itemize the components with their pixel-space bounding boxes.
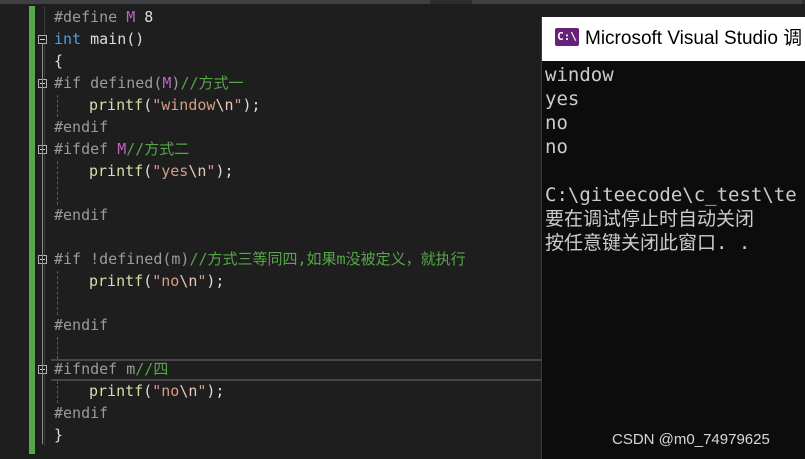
code-text: { <box>54 52 64 70</box>
console-title-bar[interactable]: C:\ Microsoft Visual Studio 调 <box>542 17 805 61</box>
preprocessor-token: #endif <box>54 206 109 224</box>
indent-guide <box>57 271 58 315</box>
indent-guide <box>57 95 58 117</box>
console-output-line: 要在调试停止时自动关闭 <box>545 208 755 230</box>
outlining-margin <box>44 6 45 446</box>
console-title: Microsoft Visual Studio 调 <box>585 28 803 49</box>
console-output-line: window <box>545 64 614 86</box>
console-output-line: yes <box>545 88 580 110</box>
code-text: ); <box>215 162 234 180</box>
code-line-17[interactable]: #ifndef m//四 <box>54 358 168 380</box>
code-text: ( <box>143 382 153 400</box>
function-token: printf <box>89 162 144 180</box>
preprocessor-token: #if !defined(m) <box>54 250 190 268</box>
escape-token: \n <box>188 162 207 180</box>
code-text: ( <box>143 96 153 114</box>
function-token: printf <box>89 272 144 290</box>
preprocessor-token: #ifndef m <box>54 360 136 378</box>
comment-token: //方式三等同四,如果m没被定义，就执行 <box>189 250 466 268</box>
code-text: ( <box>143 272 153 290</box>
watermark: CSDN @m0_74979625 <box>612 431 770 448</box>
tab-strip-right <box>472 0 802 4</box>
console-output-line: C:\giteecode\c_test\te <box>545 184 797 206</box>
code-line-20[interactable]: } <box>54 424 63 446</box>
code-line-5[interactable]: printf("window\n"); <box>89 94 261 116</box>
preprocessor-token: #ifdef <box>54 140 118 158</box>
code-text: ); <box>206 272 225 290</box>
function-token: printf <box>89 382 144 400</box>
comment-token: //方式一 <box>180 74 244 92</box>
code-line-10[interactable]: #endif <box>54 204 108 226</box>
code-text: ); <box>206 382 225 400</box>
string-token: " <box>233 96 243 114</box>
keyword-token: int <box>54 30 82 48</box>
code-line-8[interactable]: printf("yes\n"); <box>89 160 234 182</box>
escape-token: \n <box>179 272 198 290</box>
escape-token: \n <box>215 96 234 114</box>
function-token: printf <box>89 96 144 114</box>
visual-studio-icon: C:\ <box>555 28 579 46</box>
code-line-18[interactable]: printf("no\n"); <box>89 380 224 402</box>
string-token: "window <box>152 96 216 114</box>
code-line-1[interactable]: #define M 8 <box>54 6 153 28</box>
macro-token: M <box>117 140 127 158</box>
code-text: } <box>54 426 64 444</box>
code-line-7[interactable]: #ifdef M//方式二 <box>54 138 189 160</box>
editor-top-bar <box>0 0 805 4</box>
debug-console-window[interactable]: C:\ Microsoft Visual Studio 调 window yes… <box>541 17 805 459</box>
console-output-line: 按任意键关闭此窗口. . <box>545 232 751 254</box>
change-tracking-bar <box>29 6 35 454</box>
code-line-2[interactable]: int main() <box>54 28 144 50</box>
code-text: main() <box>81 30 145 48</box>
code-text: ( <box>143 162 153 180</box>
string-token: "no <box>152 272 180 290</box>
code-text: ); <box>242 96 261 114</box>
preprocessor-token: #endif <box>54 316 109 334</box>
preprocessor-token: #endif <box>54 404 109 422</box>
string-token: "yes <box>152 162 189 180</box>
escape-token: \n <box>179 382 198 400</box>
tab-strip-left <box>0 0 430 4</box>
preprocessor-token: #define <box>54 8 127 26</box>
collapse-icon[interactable] <box>38 35 47 44</box>
code-line-3[interactable]: { <box>54 50 63 72</box>
code-line-13[interactable]: printf("no\n"); <box>89 270 224 292</box>
code-line-4[interactable]: #if defined(M)//方式一 <box>54 72 244 94</box>
macro-token: M <box>126 8 136 26</box>
indent-guide <box>57 337 58 359</box>
string-token: "no <box>152 382 180 400</box>
code-text: 8 <box>135 8 154 26</box>
console-output-line: no <box>545 112 568 134</box>
code-line-15[interactable]: #endif <box>54 314 108 336</box>
indent-guide <box>57 161 58 205</box>
comment-token: //方式二 <box>126 140 190 158</box>
comment-token: //四 <box>135 360 169 378</box>
code-line-6[interactable]: #endif <box>54 116 108 138</box>
code-line-12[interactable]: #if !defined(m)//方式三等同四,如果m没被定义，就执行 <box>54 248 466 270</box>
preprocessor-token: #if defined( <box>54 74 163 92</box>
indent-guide <box>57 381 58 403</box>
fold-guide-main <box>42 44 43 444</box>
code-line-19[interactable]: #endif <box>54 402 108 424</box>
preprocessor-token: #endif <box>54 118 109 136</box>
console-output-line: no <box>545 136 568 158</box>
